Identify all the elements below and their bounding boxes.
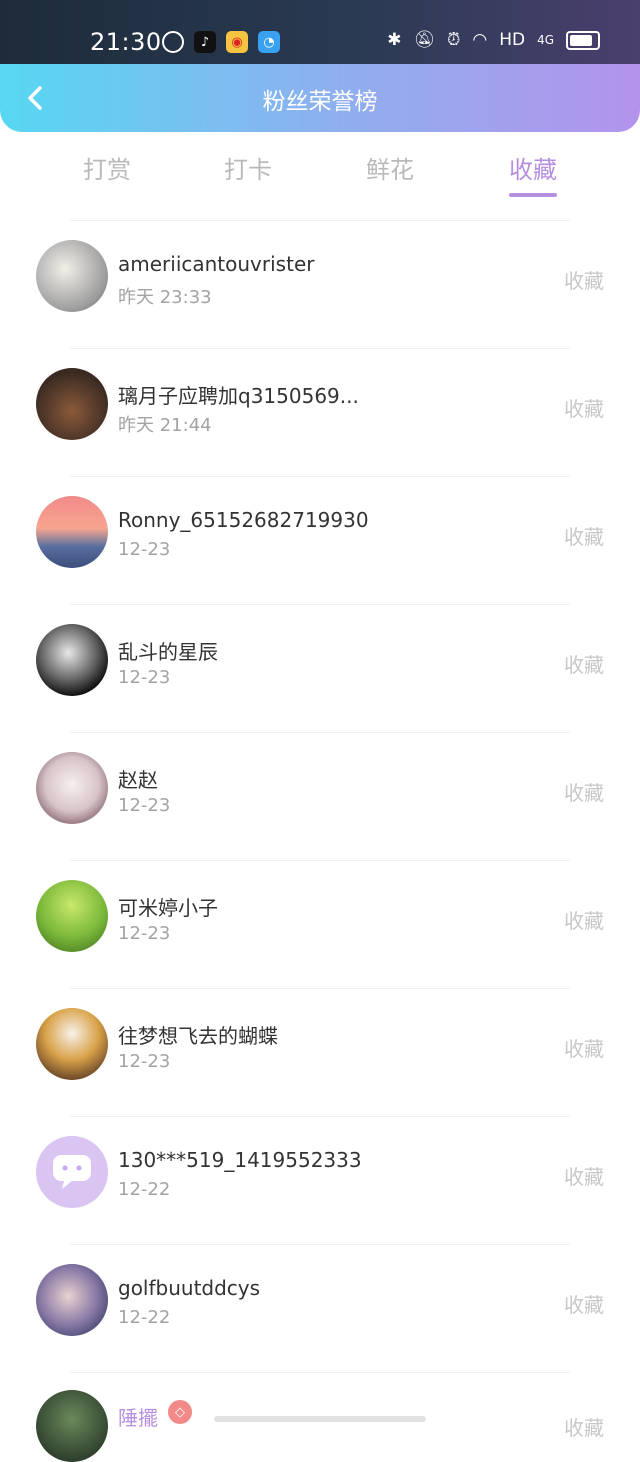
favorite-label[interactable]: 收藏 — [564, 1161, 604, 1190]
cell-signal-icon: 4G — [537, 33, 554, 47]
list-item[interactable]: 璃月子应聘加q3150569... 昨天 21:44 收藏 — [0, 350, 640, 478]
netease-music-icon — [162, 31, 184, 53]
avatar — [36, 624, 108, 696]
avatar — [36, 752, 108, 824]
alarm-icon: ⏰︎ — [447, 30, 461, 50]
favorite-label[interactable]: 收藏 — [564, 265, 604, 294]
favorite-label[interactable]: 收藏 — [564, 649, 604, 678]
tab-flowers[interactable]: 鲜花 — [345, 150, 435, 185]
tiktok-icon: ♪ — [194, 31, 216, 53]
avatar — [36, 880, 108, 952]
divider — [70, 604, 570, 605]
user-name: 乱斗的星辰 — [118, 640, 218, 664]
favorite-label[interactable]: 收藏 — [564, 393, 604, 422]
network-label: HD — [499, 30, 526, 50]
favorite-label[interactable]: 收藏 — [564, 1289, 604, 1318]
favorite-label[interactable]: 收藏 — [564, 1033, 604, 1062]
tab-active-indicator — [509, 193, 557, 197]
status-time: 21:30 — [90, 28, 162, 56]
wifi-icon: ◠ — [472, 30, 488, 50]
app-header: 粉丝荣誉榜 — [0, 64, 640, 132]
item-time: 12-23 — [118, 795, 171, 816]
divider — [70, 732, 570, 733]
user-name: 可米婷小子 — [118, 896, 218, 920]
list-item[interactable]: 可米婷小子 12-23 收藏 — [0, 862, 640, 990]
favorite-label[interactable]: 收藏 — [564, 521, 604, 550]
item-time: 12-23 — [118, 1051, 171, 1072]
mute-bell-icon: 🔕︎ — [413, 30, 436, 50]
divider — [70, 476, 570, 477]
item-time: 昨天 23:33 — [118, 287, 212, 308]
divider — [70, 348, 570, 349]
favorite-label[interactable]: 收藏 — [564, 905, 604, 934]
item-time: 昨天 21:44 — [118, 415, 212, 436]
divider — [70, 988, 570, 989]
divider — [70, 1372, 570, 1373]
divider — [70, 220, 570, 221]
item-time: 12-22 — [118, 1307, 171, 1328]
tab-checkin[interactable]: 打卡 — [203, 150, 293, 185]
user-name: 赵赵 — [118, 768, 158, 792]
diamond-badge-icon: ◇ — [168, 1400, 192, 1424]
list-item[interactable]: ameriicantouvrister 昨天 23:33 收藏 — [0, 222, 640, 350]
tab-label: 打卡 — [224, 156, 272, 184]
item-time: 12-22 — [118, 1179, 171, 1200]
user-name: Ronny_65152682719930 — [118, 508, 369, 532]
item-time: 12-23 — [118, 667, 171, 688]
chat-bubble-icon — [53, 1155, 91, 1189]
divider — [70, 1116, 570, 1117]
tab-label: 打赏 — [83, 156, 131, 184]
avatar — [36, 496, 108, 568]
tab-label: 收藏 — [509, 156, 557, 184]
user-name: golfbuutddcys — [118, 1276, 261, 1300]
tab-label: 鲜花 — [366, 156, 414, 184]
system-icons: ✱ 🔕︎ ⏰︎ ◠ HD 4G — [387, 30, 600, 50]
tab-bar: 打赏 打卡 鲜花 收藏 — [0, 150, 640, 206]
user-name: 陲擺 — [118, 1406, 158, 1430]
tab-reward[interactable]: 打赏 — [62, 150, 152, 185]
list-item[interactable]: 往梦想飞去的蝴蝶 12-23 收藏 — [0, 990, 640, 1118]
weibo-icon: ◉ — [226, 31, 248, 53]
notification-icons: ♪ ◉ ◔ — [162, 31, 280, 53]
user-name: 130***519_1419552333 — [118, 1148, 362, 1172]
divider — [70, 1244, 570, 1245]
list-item[interactable]: Ronny_65152682719930 12-23 收藏 — [0, 478, 640, 606]
avatar — [36, 1008, 108, 1080]
user-name: 往梦想飞去的蝴蝶 — [118, 1024, 278, 1048]
list-item[interactable]: 乱斗的星辰 12-23 收藏 — [0, 606, 640, 734]
bluetooth-icon: ✱ — [387, 30, 402, 50]
divider — [70, 860, 570, 861]
list-item[interactable]: 赵赵 12-23 收藏 — [0, 734, 640, 862]
item-time: 12-23 — [118, 923, 171, 944]
avatar — [36, 1390, 108, 1462]
list-item[interactable]: 陲擺 ◇ 收藏 — [0, 1374, 640, 1462]
scrollbar[interactable] — [214, 1416, 426, 1422]
favorite-label[interactable]: 收藏 — [564, 777, 604, 806]
tab-favorites[interactable]: 收藏 — [488, 150, 578, 197]
user-name: ameriicantouvrister — [118, 252, 315, 276]
list-item[interactable]: 130***519_1419552333 12-22 收藏 — [0, 1118, 640, 1246]
item-time: 12-23 — [118, 539, 171, 560]
user-name: 璃月子应聘加q3150569... — [118, 384, 359, 408]
list-item[interactable]: golfbuutddcys 12-22 收藏 — [0, 1246, 640, 1374]
browser-icon: ◔ — [258, 31, 280, 53]
avatar — [36, 240, 108, 312]
avatar — [36, 1264, 108, 1336]
battery-icon — [566, 30, 600, 50]
favorite-label[interactable]: 收藏 — [564, 1412, 604, 1441]
avatar — [36, 368, 108, 440]
avatar — [36, 1136, 108, 1208]
page-title: 粉丝荣誉榜 — [262, 89, 378, 115]
